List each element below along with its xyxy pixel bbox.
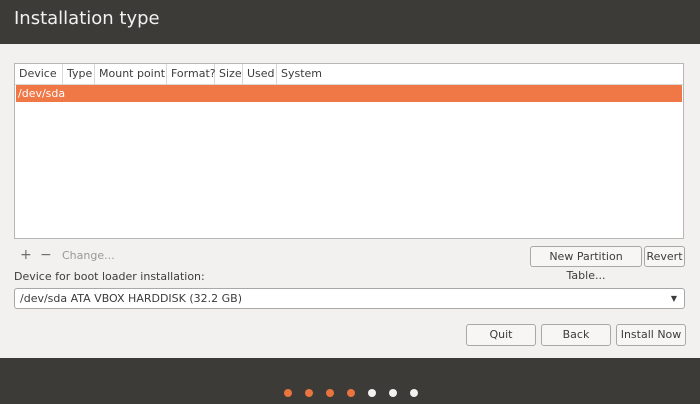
boot-loader-label: Device for boot loader installation: [14, 270, 205, 283]
column-header-used[interactable]: Used [243, 64, 277, 84]
main-content: Device Type Mount point Format? Size Use… [0, 44, 700, 358]
revert-button[interactable]: Revert [644, 246, 685, 267]
quit-button[interactable]: Quit [466, 324, 536, 346]
footer-bar [0, 358, 700, 404]
dropdown-arrow-icon: ▼ [670, 294, 677, 303]
boot-loader-selected-value: /dev/sda ATA VBOX HARDDISK (32.2 GB) [20, 292, 243, 305]
device-cell: /dev/sda [18, 87, 66, 100]
progress-dot-complete [326, 389, 334, 397]
progress-dot-complete [284, 389, 292, 397]
column-header-size[interactable]: Size [215, 64, 243, 84]
progress-dot-complete [347, 389, 355, 397]
progress-dot-complete [305, 389, 313, 397]
progress-dot-pending [368, 389, 376, 397]
column-header-type[interactable]: Type [63, 64, 95, 84]
column-header-device[interactable]: Device [15, 64, 63, 84]
new-partition-table-button[interactable]: New Partition Table... [530, 246, 642, 282]
progress-dot-pending [410, 389, 418, 397]
window-header: Installation type [0, 0, 700, 44]
change-partition-button[interactable]: Change... [62, 249, 115, 262]
add-partition-button[interactable]: + [20, 248, 32, 262]
partition-table[interactable]: Device Type Mount point Format? Size Use… [14, 63, 684, 239]
boot-loader-device-select[interactable]: /dev/sda ATA VBOX HARDDISK (32.2 GB) ▼ [14, 288, 685, 309]
partition-table-header: Device Type Mount point Format? Size Use… [15, 64, 683, 85]
page-title: Installation type [14, 8, 160, 29]
column-header-format[interactable]: Format? [167, 64, 216, 84]
back-button[interactable]: Back [541, 324, 611, 346]
column-header-mount-point[interactable]: Mount point [95, 64, 167, 84]
progress-dot-pending [389, 389, 397, 397]
column-header-system[interactable]: System [277, 64, 683, 84]
table-row[interactable]: /dev/sda [16, 85, 682, 102]
remove-partition-button[interactable]: − [40, 248, 52, 262]
install-now-button[interactable]: Install Now [616, 324, 686, 346]
